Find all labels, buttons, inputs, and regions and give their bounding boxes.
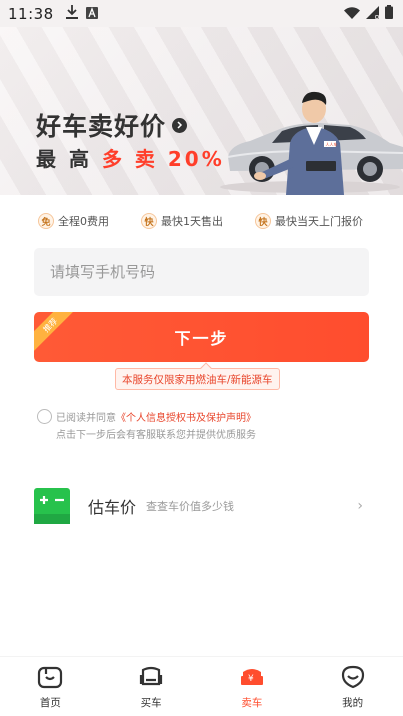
nav-item-sell[interactable]: ¥ 卖车	[212, 657, 292, 716]
signal-icon	[366, 4, 379, 23]
service-notice-tip: 本服务仅限家用燃油车/新能源车	[115, 362, 280, 390]
profile-icon	[339, 663, 367, 691]
arrow-right-icon	[172, 117, 188, 133]
agreement-prefix: 已阅读并同意	[56, 413, 116, 424]
promo-banner[interactable]: 好车卖好价 最 高 多 卖 20% 人人车	[0, 27, 403, 195]
valuation-title: 估车价	[88, 498, 137, 517]
svg-text:¥: ¥	[248, 674, 254, 684]
banner-subtitle-highlight: 多 卖	[101, 147, 168, 171]
agreement-radio[interactable]	[37, 409, 52, 424]
status-left-icons	[65, 4, 98, 23]
nav-label: 首页	[39, 697, 61, 709]
wifi-icon	[344, 4, 360, 23]
banner-car-and-agent-illustration: 人人车	[220, 91, 403, 195]
feature-label: 全程0费用	[58, 215, 109, 228]
bottom-navigation: 首页 买车 ¥ 卖车 我的	[0, 656, 403, 716]
uniform-badge-text: 人人车	[326, 141, 338, 147]
banner-title-row: 好车卖好价	[36, 107, 188, 143]
chevron-right-icon: ›	[357, 498, 363, 514]
feature-list: 免 全程0费用 快 最快1天售出 快 最快当天上门报价	[0, 210, 403, 232]
banner-subtitle-prefix: 最 高	[36, 147, 102, 171]
feature-item: 快 最快1天售出	[141, 210, 223, 232]
recommend-ribbon: 推荐	[34, 312, 77, 352]
next-step-label: 下一步	[174, 331, 229, 348]
banner-subtitle-percent: 20%	[167, 147, 225, 171]
fast-badge-icon: 快	[141, 213, 157, 229]
privacy-policy-link[interactable]: 《个人信息授权书及保护声明》	[116, 413, 256, 424]
sell-car-page: 11:38 好车卖好价 最 高 多 卖 20% 人人车 免 全程0费用 快 最快…	[0, 0, 403, 716]
car-icon	[137, 663, 165, 691]
sell-car-icon: ¥	[238, 663, 266, 691]
nav-label: 买车	[140, 697, 162, 709]
next-step-button[interactable]: 推荐 下一步	[34, 312, 369, 362]
feature-item: 免 全程0费用	[38, 210, 109, 232]
nav-label: 卖车	[241, 697, 263, 709]
agreement-text: 已阅读并同意《个人信息授权书及保护声明》	[56, 409, 256, 424]
free-badge-icon: 免	[38, 213, 54, 229]
feature-label: 最快1天售出	[161, 215, 223, 228]
feature-label: 最快当天上门报价	[275, 215, 363, 228]
banner-title: 好车卖好价	[36, 112, 167, 141]
fast-badge-icon: 快	[255, 213, 271, 229]
calculator-icon	[34, 488, 70, 524]
nav-item-buy[interactable]: 买车	[111, 657, 191, 716]
feature-item: 快 最快当天上门报价	[255, 210, 363, 232]
valuation-subtitle: 查查车价值多少钱	[146, 500, 235, 513]
agreement-note: 点击下一步后会有客服联系您并提供优质服务	[56, 430, 256, 441]
home-icon	[36, 663, 64, 691]
banner-subtitle: 最 高 多 卖 20%	[36, 143, 225, 172]
status-right-icons	[344, 4, 393, 23]
car-valuation-entry[interactable]: 估车价 查查车价值多少钱 ›	[34, 484, 369, 528]
font-a-icon	[85, 4, 98, 23]
status-bar: 11:38	[0, 0, 403, 27]
nav-item-home[interactable]: 首页	[10, 657, 90, 716]
nav-item-profile[interactable]: 我的	[313, 657, 393, 716]
battery-icon	[385, 4, 393, 23]
status-time: 11:38	[8, 4, 54, 23]
phone-number-input[interactable]	[34, 248, 369, 296]
nav-label: 我的	[342, 697, 364, 709]
service-notice-text: 本服务仅限家用燃油车/新能源车	[122, 373, 273, 386]
download-icon	[65, 4, 78, 23]
